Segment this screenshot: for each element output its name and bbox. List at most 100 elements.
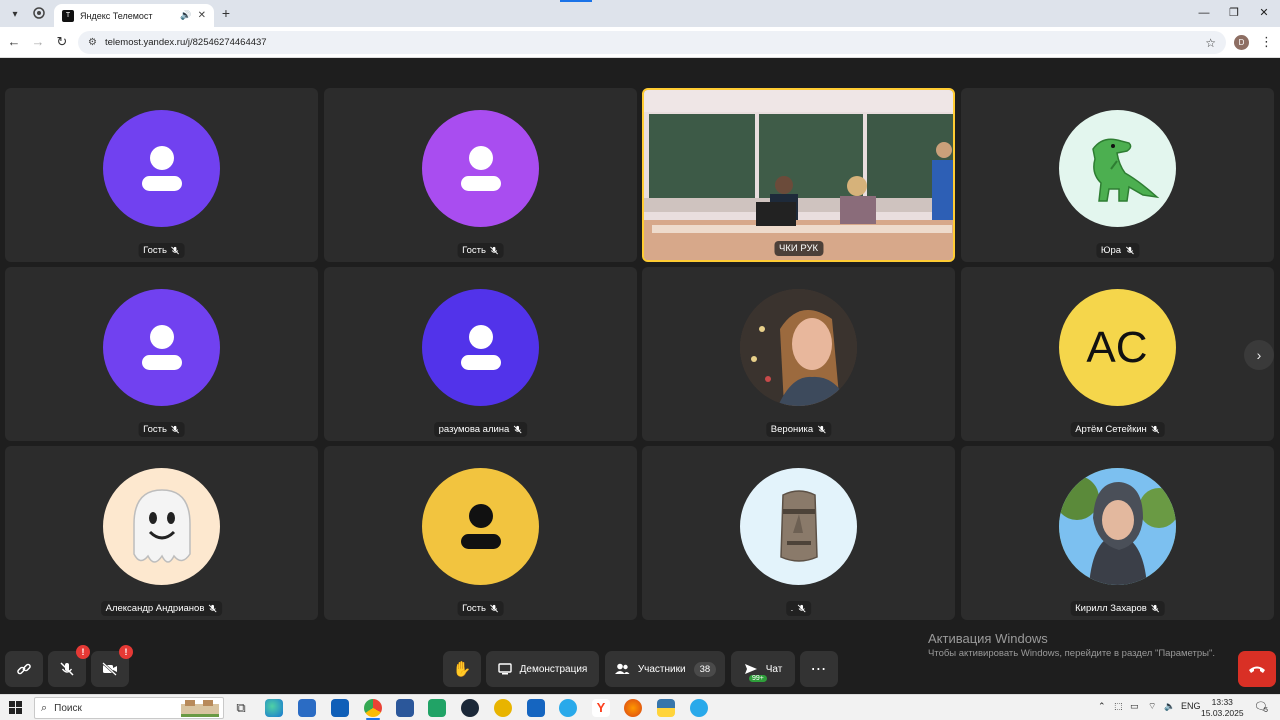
camera-toggle-button[interactable]: ! <box>91 645 133 687</box>
search-highlight-image <box>181 700 219 717</box>
participant-tile[interactable]: Юра <box>961 88 1274 262</box>
participant-tile[interactable]: Гость <box>5 267 318 441</box>
system-clock[interactable]: 13:33 15.03.2025 <box>1201 697 1244 719</box>
participant-tile[interactable]: Вероника <box>642 267 955 441</box>
participant-name-label: Гость <box>138 422 185 437</box>
activation-title: Активация Windows <box>928 631 1048 646</box>
participant-name-label: Юра <box>1095 243 1140 258</box>
tab-title: Яндекс Телемост <box>80 10 153 21</box>
tab-search-icon[interactable]: ▾ <box>6 5 24 23</box>
user-placeholder-icon <box>141 145 182 191</box>
ghost-avatar-icon <box>132 488 191 563</box>
tray-chevron-icon[interactable]: ⌃ <box>1098 701 1106 712</box>
mic-muted-icon <box>490 604 499 613</box>
participant-name-label: разумова алина <box>433 422 528 437</box>
address-bar[interactable]: ⚙ telemost.yandex.ru/j/82546274464437 ☆ <box>78 31 1226 54</box>
windows-start-icon[interactable] <box>9 701 22 714</box>
chrome-icon[interactable] <box>364 699 382 717</box>
network-icon[interactable]: ⌔ <box>1148 701 1156 712</box>
word-icon[interactable] <box>396 699 414 717</box>
participant-name-label: ЧКИ РУК <box>773 241 824 256</box>
close-window-button[interactable]: ✕ <box>1254 5 1274 21</box>
site-settings-icon[interactable]: ⚙ <box>88 37 97 48</box>
raise-hand-button[interactable]: ✋ <box>443 651 481 687</box>
norton-icon[interactable] <box>494 699 512 717</box>
participant-name-label: . <box>785 601 812 616</box>
tab-close-icon[interactable]: ✕ <box>198 10 206 21</box>
hand-icon: ✋ <box>452 661 472 678</box>
keyboard-language[interactable]: ENG <box>1181 701 1201 711</box>
back-button[interactable]: ← <box>6 34 22 50</box>
dinosaur-avatar-icon <box>1091 138 1159 202</box>
participant-photo-image <box>1059 468 1176 585</box>
telegram-icon[interactable] <box>690 699 708 717</box>
battery-icon[interactable]: ▭ <box>1130 701 1139 712</box>
python-icon[interactable] <box>657 699 675 717</box>
participant-name-label: Александр Андрианов <box>100 601 223 616</box>
telegram-icon[interactable] <box>559 699 577 717</box>
screen-share-button[interactable]: Демонстрация <box>486 651 599 687</box>
steam-icon[interactable] <box>461 699 479 717</box>
restore-button[interactable]: ❐ <box>1224 5 1244 21</box>
user-placeholder-icon <box>460 503 501 549</box>
mic-muted-icon <box>1151 425 1160 434</box>
participant-tile[interactable]: Гость <box>5 88 318 262</box>
screen-share-icon <box>497 663 512 675</box>
meeting-area: Гость Гость ЧКИ РУК Юра Гость разумова а… <box>0 58 1280 694</box>
new-tab-button[interactable]: + <box>218 5 234 21</box>
mic-muted-icon <box>817 425 826 434</box>
more-dots-icon: ⋯ <box>810 661 828 678</box>
mic-toggle-button[interactable]: ! <box>48 645 90 687</box>
minimize-button[interactable]: — <box>1194 5 1214 21</box>
mic-muted-icon <box>490 246 499 255</box>
link-icon <box>17 663 31 675</box>
participant-tile[interactable]: Александр Андрианов <box>5 446 318 620</box>
outlook-icon[interactable] <box>331 699 349 717</box>
next-page-button[interactable]: › <box>1244 340 1274 370</box>
screen-share-label: Демонстрация <box>519 663 588 675</box>
send-chat-icon <box>744 664 757 674</box>
participant-tile[interactable]: Кирилл Захаров <box>961 446 1274 620</box>
tab-group-icon[interactable] <box>32 6 46 20</box>
leave-call-button[interactable] <box>1238 651 1276 687</box>
participant-tile[interactable]: Гость <box>324 446 637 620</box>
task-view-icon[interactable]: ⧉ <box>232 699 250 717</box>
browser-toolbar: ← → ↻ ⚙ telemost.yandex.ru/j/82546274464… <box>0 27 1280 58</box>
app-icon[interactable] <box>624 699 642 717</box>
document-app-icon[interactable] <box>527 699 545 717</box>
participant-tile[interactable]: Гость <box>324 88 637 262</box>
edge-browser-icon[interactable] <box>265 699 283 717</box>
more-options-button[interactable]: ⋯ <box>800 651 838 687</box>
participants-button[interactable]: Участники 38 <box>605 651 725 687</box>
mic-muted-icon <box>513 425 522 434</box>
participant-name-label: Гость <box>138 243 185 258</box>
participant-tile[interactable]: . <box>642 446 955 620</box>
yandex-browser-icon[interactable]: Y <box>592 699 610 717</box>
participant-photo-image <box>740 289 857 406</box>
speaker-icon[interactable]: 🔊 <box>180 10 191 21</box>
participant-name-label: Гость <box>457 601 504 616</box>
participant-avatar <box>1059 110 1176 227</box>
excel-icon[interactable] <box>428 699 446 717</box>
chat-button[interactable]: Чат 99+ <box>731 651 795 687</box>
copy-link-button[interactable] <box>5 651 43 687</box>
volume-icon[interactable]: 🔈 <box>1164 701 1175 712</box>
participants-label: Участники <box>637 663 686 675</box>
tab-telemost[interactable]: Т Яндекс Телемост 🔊 ✕ <box>54 4 214 27</box>
profile-avatar[interactable]: D <box>1234 35 1249 50</box>
reload-button[interactable]: ↻ <box>54 34 70 50</box>
forward-button[interactable]: → <box>30 34 46 50</box>
user-placeholder-icon <box>141 324 182 370</box>
bookmark-star-icon[interactable]: ☆ <box>1205 36 1216 50</box>
telemost-favicon-icon: Т <box>62 9 74 22</box>
participant-tile[interactable]: АС Артём Сетейкин <box>961 267 1274 441</box>
participant-tile[interactable]: разумова алина <box>324 267 637 441</box>
url-text[interactable]: telemost.yandex.ru/j/82546274464437 <box>105 37 1197 48</box>
participant-tile-video[interactable]: ЧКИ РУК <box>642 88 955 262</box>
tray-app-icon[interactable]: ⬚ <box>1114 701 1123 712</box>
taskbar-search-input[interactable]: ⌕ Поиск <box>34 697 224 719</box>
search-placeholder: Поиск <box>54 702 82 714</box>
browser-menu-icon[interactable]: ⋮ <box>1260 33 1273 51</box>
file-explorer-icon[interactable] <box>298 699 316 717</box>
chat-label: Чат <box>765 663 783 675</box>
